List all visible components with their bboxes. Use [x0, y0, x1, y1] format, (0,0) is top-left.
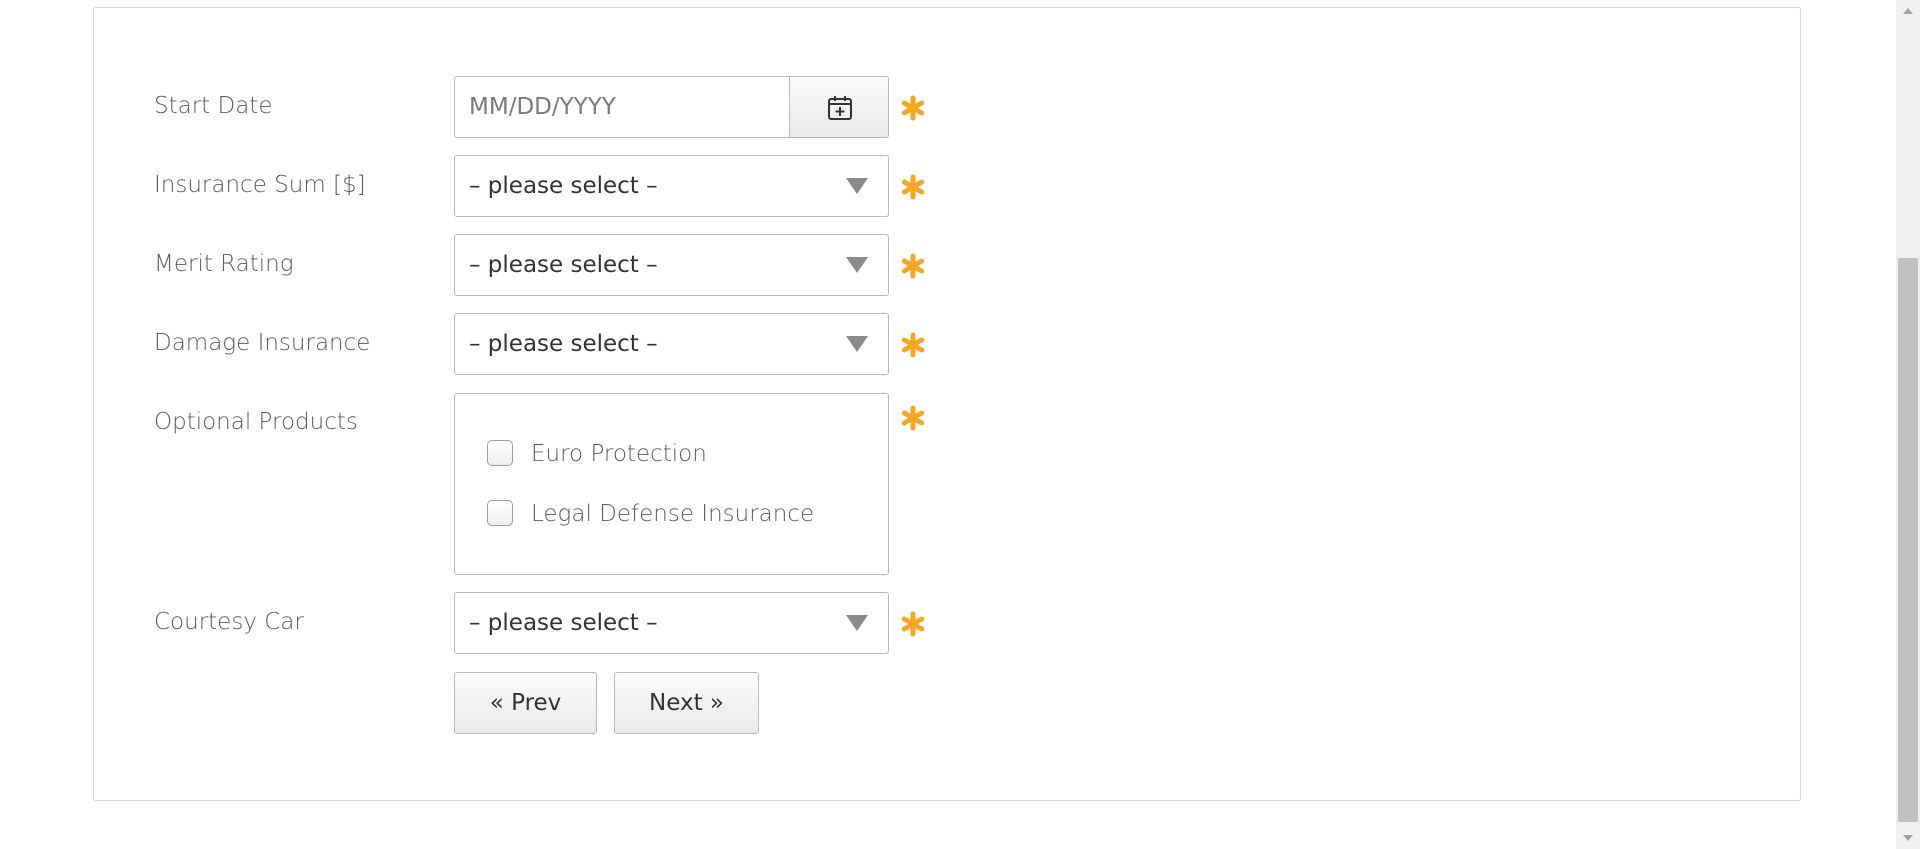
prev-button[interactable]: « Prev [454, 672, 597, 734]
courtesy-car-label: Courtesy Car [154, 609, 304, 635]
caret-down-icon [846, 178, 868, 194]
merit-rating-select[interactable]: – please select – [454, 234, 889, 296]
required-asterisk-icon [901, 332, 925, 358]
calendar-button[interactable] [789, 76, 889, 138]
damage-insurance-select[interactable]: – please select – [454, 313, 889, 375]
scrollbar-thumb[interactable] [1898, 258, 1918, 822]
caret-down-icon [846, 615, 868, 631]
form-panel [93, 7, 1801, 801]
next-button[interactable]: Next » [614, 672, 759, 734]
insurance-sum-select[interactable]: – please select – [454, 155, 889, 217]
damage-insurance-selected: – please select – [469, 331, 658, 357]
merit-rating-label: Merit Rating [154, 251, 294, 277]
required-asterisk-icon [901, 174, 925, 200]
calendar-add-icon [828, 96, 852, 120]
optional-products-group: Euro Protection Legal Defense Insurance [454, 393, 889, 575]
euro-protection-label[interactable]: Euro Protection [531, 439, 707, 469]
start-date-input[interactable]: MM/DD/YYYY [454, 76, 889, 138]
insurance-sum-selected: – please select – [469, 173, 658, 199]
scroll-up-arrow-icon[interactable] [1903, 8, 1913, 14]
required-asterisk-icon [901, 405, 925, 431]
merit-rating-selected: – please select – [469, 252, 658, 278]
courtesy-car-selected: – please select – [469, 610, 658, 636]
insurance-sum-label: Insurance Sum [$] [154, 172, 366, 198]
vertical-scrollbar[interactable] [1896, 0, 1920, 849]
start-date-placeholder: MM/DD/YYYY [469, 94, 616, 120]
required-asterisk-icon [901, 611, 925, 637]
required-asterisk-icon [901, 95, 925, 121]
courtesy-car-select[interactable]: – please select – [454, 592, 889, 654]
damage-insurance-label: Damage Insurance [154, 330, 371, 356]
caret-down-icon [846, 336, 868, 352]
start-date-label: Start Date [154, 93, 273, 119]
caret-down-icon [846, 257, 868, 273]
euro-protection-checkbox[interactable] [487, 440, 513, 466]
scroll-down-arrow-icon[interactable] [1903, 835, 1913, 841]
legal-defense-label[interactable]: Legal Defense Insurance [531, 499, 814, 529]
required-asterisk-icon [901, 253, 925, 279]
optional-products-label: Optional Products [154, 409, 358, 435]
legal-defense-checkbox[interactable] [487, 500, 513, 526]
